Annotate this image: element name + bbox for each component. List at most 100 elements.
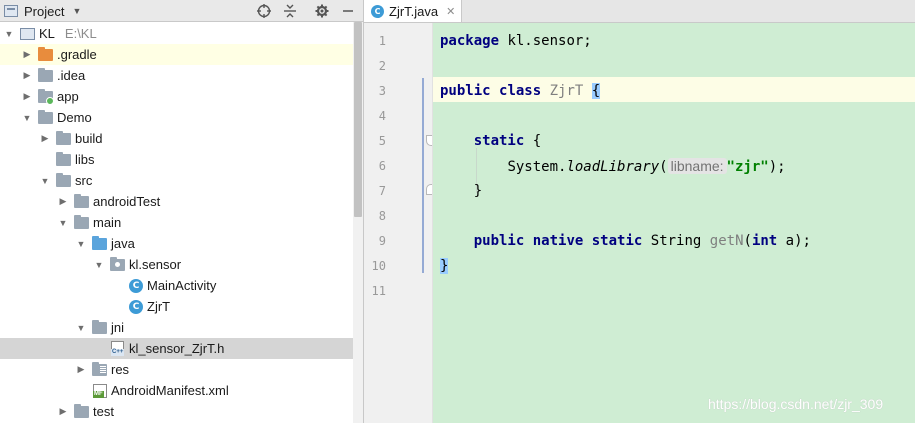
matched-brace: { (591, 83, 601, 99)
tree-item-label: res (111, 362, 130, 377)
keyword: public (473, 233, 525, 249)
tree-item-jni[interactable]: ▼ jni (0, 317, 353, 338)
tree-item-label: .idea (57, 68, 86, 83)
class-icon: C (129, 278, 143, 293)
settings-button[interactable] (313, 2, 331, 19)
tree-item-label: MainActivity (147, 278, 217, 293)
module-folder-icon (38, 88, 54, 105)
tree-scrollbar[interactable] (353, 22, 363, 423)
project-panel: Project ▼ ▼ KL E:\KL ▶ .gradle ▶ .idea ▶… (0, 0, 364, 423)
class-icon: C (371, 4, 384, 18)
code-line-3: public class ZjrT { (440, 81, 601, 101)
line-number: 10 (371, 259, 386, 273)
tree-item-label: test (93, 404, 114, 419)
expanded-arrow-icon[interactable]: ▼ (58, 218, 68, 228)
folder-icon (74, 214, 89, 229)
tree-item-idea[interactable]: ▶ .idea (0, 65, 353, 86)
tree-item-androidtest[interactable]: ▶ androidTest (0, 191, 353, 212)
folder-icon (74, 193, 89, 208)
tree-item-label: AndroidManifest.xml (111, 383, 229, 398)
tree-item-header-file[interactable]: kl_sensor_ZjrT.h (0, 338, 363, 359)
tree-item-label: kl_sensor_ZjrT.h (129, 341, 225, 356)
project-view-selector[interactable]: Project ▼ (4, 3, 81, 19)
tree-item-app[interactable]: ▶ app (0, 86, 353, 107)
chevron-down-icon: ▼ (72, 6, 82, 16)
tree-item-label: java (111, 236, 135, 251)
tree-item-manifest[interactable]: AndroidManifest.xml (0, 380, 353, 401)
folder-icon (56, 172, 71, 187)
line-number: 6 (378, 159, 386, 173)
line-number: 8 (378, 209, 386, 223)
expanded-arrow-icon[interactable]: ▼ (94, 260, 104, 270)
code-line-9: public native static String getN(int a); (440, 231, 811, 251)
scrollbar-thumb[interactable] (354, 22, 362, 217)
tree-item-build[interactable]: ▶ build (0, 128, 353, 149)
line-number: 4 (378, 109, 386, 123)
close-icon[interactable]: ✕ (446, 5, 455, 18)
collapsed-arrow-icon[interactable]: ▶ (40, 133, 50, 144)
tree-item-label: KL (39, 26, 55, 41)
tree-item-src[interactable]: ▼ src (0, 170, 353, 191)
cpp-header-icon (111, 341, 125, 356)
minimize-icon (343, 9, 353, 12)
tree-item-zjrt[interactable]: C ZjrT (0, 296, 353, 317)
gear-icon (315, 4, 329, 17)
project-root-icon (20, 27, 35, 40)
line-number: 5 (378, 134, 386, 148)
code-text: ( (743, 233, 752, 249)
project-path: E:\KL (64, 26, 97, 41)
tree-item-libs[interactable]: libs (0, 149, 353, 170)
collapsed-arrow-icon[interactable]: ▶ (58, 196, 68, 207)
resource-folder-icon (92, 361, 107, 376)
tree-item-kl-sensor[interactable]: ▼ kl.sensor (0, 254, 353, 275)
tab-zjrt-java[interactable]: C ZjrT.java ✕ (364, 0, 462, 22)
keyword: int (751, 233, 778, 249)
project-icon (4, 5, 18, 17)
tab-label: ZjrT.java (389, 3, 439, 19)
expanded-arrow-icon[interactable]: ▼ (76, 323, 86, 333)
collapsed-arrow-icon[interactable]: ▶ (76, 364, 86, 375)
tree-item-label: libs (75, 152, 95, 167)
tree-item-label: kl.sensor (129, 257, 182, 272)
expanded-arrow-icon[interactable]: ▼ (76, 239, 86, 249)
tree-item-demo[interactable]: ▼ Demo (0, 107, 353, 128)
class-icon: C (129, 299, 143, 314)
line-number: 7 (378, 184, 386, 198)
panel-title: Project (24, 3, 65, 19)
folder-icon (38, 109, 53, 124)
tree-item-java[interactable]: ▼ java (0, 233, 353, 254)
collapsed-arrow-icon[interactable]: ▶ (22, 91, 32, 102)
code-text: a); (777, 233, 811, 249)
tree-item-kl[interactable]: ▼ KL E:\KL (0, 23, 353, 44)
expanded-arrow-icon[interactable]: ▼ (40, 176, 50, 186)
method-name: getN (709, 233, 744, 249)
locate-target-button[interactable] (255, 2, 273, 19)
collapsed-arrow-icon[interactable]: ▶ (22, 70, 32, 81)
matched-brace: } (440, 258, 449, 274)
hide-panel-button[interactable] (339, 2, 357, 19)
tree-item-test[interactable]: ▶ test (0, 401, 353, 422)
expanded-arrow-icon[interactable]: ▼ (4, 29, 14, 39)
tree-item-res[interactable]: ▶ res (0, 359, 353, 380)
keyword: class (499, 83, 542, 99)
code-text: } (473, 183, 483, 199)
code-line-5: static { (440, 131, 541, 151)
class-name: ZjrT (549, 83, 584, 99)
code-editor: C ZjrT.java ✕ 1 2 3 4 5 6 7 8 9 10 11 pa… (364, 0, 915, 423)
folder-icon (38, 67, 53, 82)
tree-item-gradle[interactable]: ▶ .gradle (0, 44, 353, 65)
code-line-1: package kl.sensor; (440, 31, 592, 51)
collapsed-arrow-icon[interactable]: ▶ (58, 406, 68, 417)
code-text: System. (507, 159, 567, 175)
manifest-icon (93, 383, 107, 398)
expanded-arrow-icon[interactable]: ▼ (22, 113, 32, 123)
folder-icon (38, 46, 53, 61)
collapsed-arrow-icon[interactable]: ▶ (22, 49, 32, 60)
folder-icon (92, 319, 107, 334)
line-number: 11 (371, 284, 386, 298)
collapse-all-button[interactable] (281, 2, 299, 19)
tree-item-main[interactable]: ▼ main (0, 212, 353, 233)
code-area[interactable]: package kl.sensor; public class ZjrT { s… (422, 23, 915, 423)
code-text: ); (768, 159, 786, 175)
tree-item-mainactivity[interactable]: C MainActivity (0, 275, 353, 296)
